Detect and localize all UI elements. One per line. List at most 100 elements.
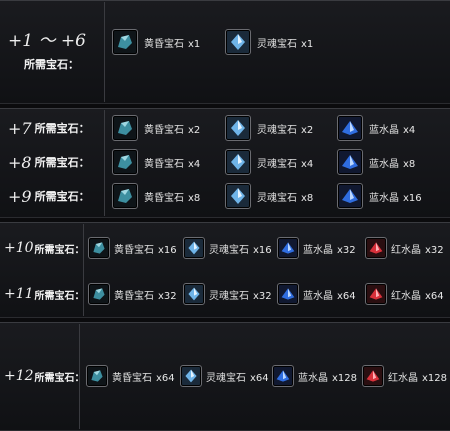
soul-gem-icon (183, 237, 205, 259)
gem-item-hongshuijing: 红水晶 x32 (365, 234, 444, 262)
gem-item-lanshuijing: 蓝水晶 x32 (277, 234, 356, 262)
dusk-gem-icon (112, 149, 138, 175)
dusk-gem-icon (112, 115, 138, 141)
gem-name: 灵魂宝石 (257, 38, 297, 50)
gem-item-lanshuijing: 蓝水晶 x128 (272, 361, 357, 391)
gem-item-linghun: 灵魂宝石 x64 (180, 361, 269, 391)
gem-name: 蓝水晶 (369, 158, 399, 170)
red-crystal-icon (362, 365, 384, 387)
gem-name: 黄昏宝石 (144, 158, 184, 170)
gem-quantity: x2 (188, 124, 201, 136)
upgrade-row: +10 所需宝石： 黄昏宝石 x16 灵魂宝石 x16 蓝水晶 x32 红水晶 x32 (0, 234, 450, 262)
level-label: +11 所需宝石： (4, 286, 85, 302)
gem-item-linghun: 灵魂宝石 x1 (225, 22, 313, 62)
gem-quantity: x32 (425, 244, 444, 256)
red-crystal-icon (365, 283, 387, 305)
gem-item-lanshuijing: 蓝水晶 x64 (277, 280, 356, 308)
gem-name: 灵魂宝石 (257, 124, 297, 136)
gem-quantity: x4 (301, 158, 314, 170)
soul-gem-icon (225, 149, 251, 175)
gem-quantity: x4 (188, 158, 201, 170)
gem-name: 灵魂宝石 (206, 372, 246, 384)
gem-name: 蓝水晶 (369, 192, 399, 204)
gem-name: 灵魂宝石 (209, 244, 249, 256)
gem-name: 黄昏宝石 (144, 38, 184, 50)
gem-item-huanghun: 黄昏宝石 x2 (112, 114, 200, 142)
gem-quantity: x1 (188, 38, 201, 50)
level-label: +7 所需宝石： (8, 118, 90, 138)
gem-item-hongshuijing: 红水晶 x128 (362, 361, 447, 391)
gem-name: 蓝水晶 (298, 372, 328, 384)
gem-name: 蓝水晶 (303, 290, 333, 302)
level-label: +1 ～ +6 (8, 31, 86, 51)
gem-item-huanghun: 黄昏宝石 x32 (88, 280, 177, 308)
section-1-row: +1 ～ +6 所需宝石： 黄昏宝石 x1 灵魂宝石 x1 (0, 28, 450, 71)
gem-quantity: x1 (301, 38, 314, 50)
dusk-gem-icon (112, 29, 138, 55)
blue-crystal-icon (272, 365, 294, 387)
gem-quantity: x4 (403, 124, 416, 136)
gem-item-lanshuijing: 蓝水晶 x16 (337, 182, 422, 210)
soul-gem-icon (225, 29, 251, 55)
gem-quantity: x16 (403, 192, 422, 204)
gem-item-lanshuijing: 蓝水晶 x4 (337, 114, 415, 142)
level-label: +12 所需宝石： (4, 368, 85, 384)
gem-name: 蓝水晶 (369, 124, 399, 136)
gem-item-huanghun: 黄昏宝石 x64 (86, 361, 175, 391)
gem-name: 黄昏宝石 (144, 192, 184, 204)
gem-name: 灵魂宝石 (209, 290, 249, 302)
gem-item-lanshuijing: 蓝水晶 x8 (337, 148, 415, 176)
upgrade-row: +9 所需宝石： 黄昏宝石 x8 灵魂宝石 x8 蓝水晶 x16 (0, 182, 450, 210)
blue-crystal-icon (337, 115, 363, 141)
upgrade-row: +11 所需宝石： 黄昏宝石 x32 灵魂宝石 x32 蓝水晶 x64 红水晶 x64 (0, 280, 450, 308)
gem-item-linghun: 灵魂宝石 x4 (225, 148, 313, 176)
gem-name: 蓝水晶 (303, 244, 333, 256)
gem-quantity: x64 (250, 372, 269, 384)
gem-quantity: x8 (301, 192, 314, 204)
gem-quantity: x8 (188, 192, 201, 204)
soul-gem-icon (183, 283, 205, 305)
upgrade-gem-table: +1 ～ +6 所需宝石： 黄昏宝石 x1 灵魂宝石 x1 +7 所需宝石： 黄昏宝石… (0, 0, 450, 431)
dusk-gem-icon (112, 183, 138, 209)
upgrade-row: +7 所需宝石： 黄昏宝石 x2 灵魂宝石 x2 蓝水晶 x4 (0, 114, 450, 142)
gem-name: 黄昏宝石 (144, 124, 184, 136)
gem-name: 红水晶 (388, 372, 418, 384)
gem-quantity: x128 (422, 372, 448, 384)
red-crystal-icon (365, 237, 387, 259)
gem-quantity: x16 (158, 244, 177, 256)
gem-item-hongshuijing: 红水晶 x64 (365, 280, 444, 308)
gem-quantity: x64 (337, 290, 356, 302)
gem-item-linghun: 灵魂宝石 x32 (183, 280, 272, 308)
gem-item-huanghun: 黄昏宝石 x8 (112, 182, 200, 210)
dusk-gem-icon (88, 283, 110, 305)
gem-name: 灵魂宝石 (257, 158, 297, 170)
soul-gem-icon (225, 115, 251, 141)
gem-item-huanghun: 黄昏宝石 x16 (88, 234, 177, 262)
gem-name: 黄昏宝石 (114, 244, 154, 256)
level-label: +8 所需宝石： (8, 152, 90, 172)
blue-crystal-icon (277, 237, 299, 259)
dusk-gem-icon (88, 237, 110, 259)
gem-name: 黄昏宝石 (114, 290, 154, 302)
soul-gem-icon (225, 183, 251, 209)
gem-item-huanghun: 黄昏宝石 x4 (112, 148, 200, 176)
soul-gem-icon (180, 365, 202, 387)
gem-quantity: x128 (332, 372, 358, 384)
dusk-gem-icon (86, 365, 108, 387)
blue-crystal-icon (337, 149, 363, 175)
gem-item-linghun: 灵魂宝石 x16 (183, 234, 272, 262)
gem-quantity: x16 (253, 244, 272, 256)
gem-item-huanghun: 黄昏宝石 x1 (112, 22, 200, 62)
gem-quantity: x64 (425, 290, 444, 302)
blue-crystal-icon (277, 283, 299, 305)
gem-name: 红水晶 (391, 290, 421, 302)
level-label: +9 所需宝石： (8, 186, 90, 206)
gem-item-linghun: 灵魂宝石 x2 (225, 114, 313, 142)
gem-name: 红水晶 (391, 244, 421, 256)
upgrade-row: +12 所需宝石： 黄昏宝石 x64 灵魂宝石 x64 蓝水晶 x128 红水晶 x128 (0, 361, 450, 391)
gem-quantity: x8 (403, 158, 416, 170)
gem-quantity: x32 (337, 244, 356, 256)
upgrade-row: +8 所需宝石： 黄昏宝石 x4 灵魂宝石 x4 蓝水晶 x8 (0, 148, 450, 176)
gem-name: 灵魂宝石 (257, 192, 297, 204)
gem-quantity: x2 (301, 124, 314, 136)
